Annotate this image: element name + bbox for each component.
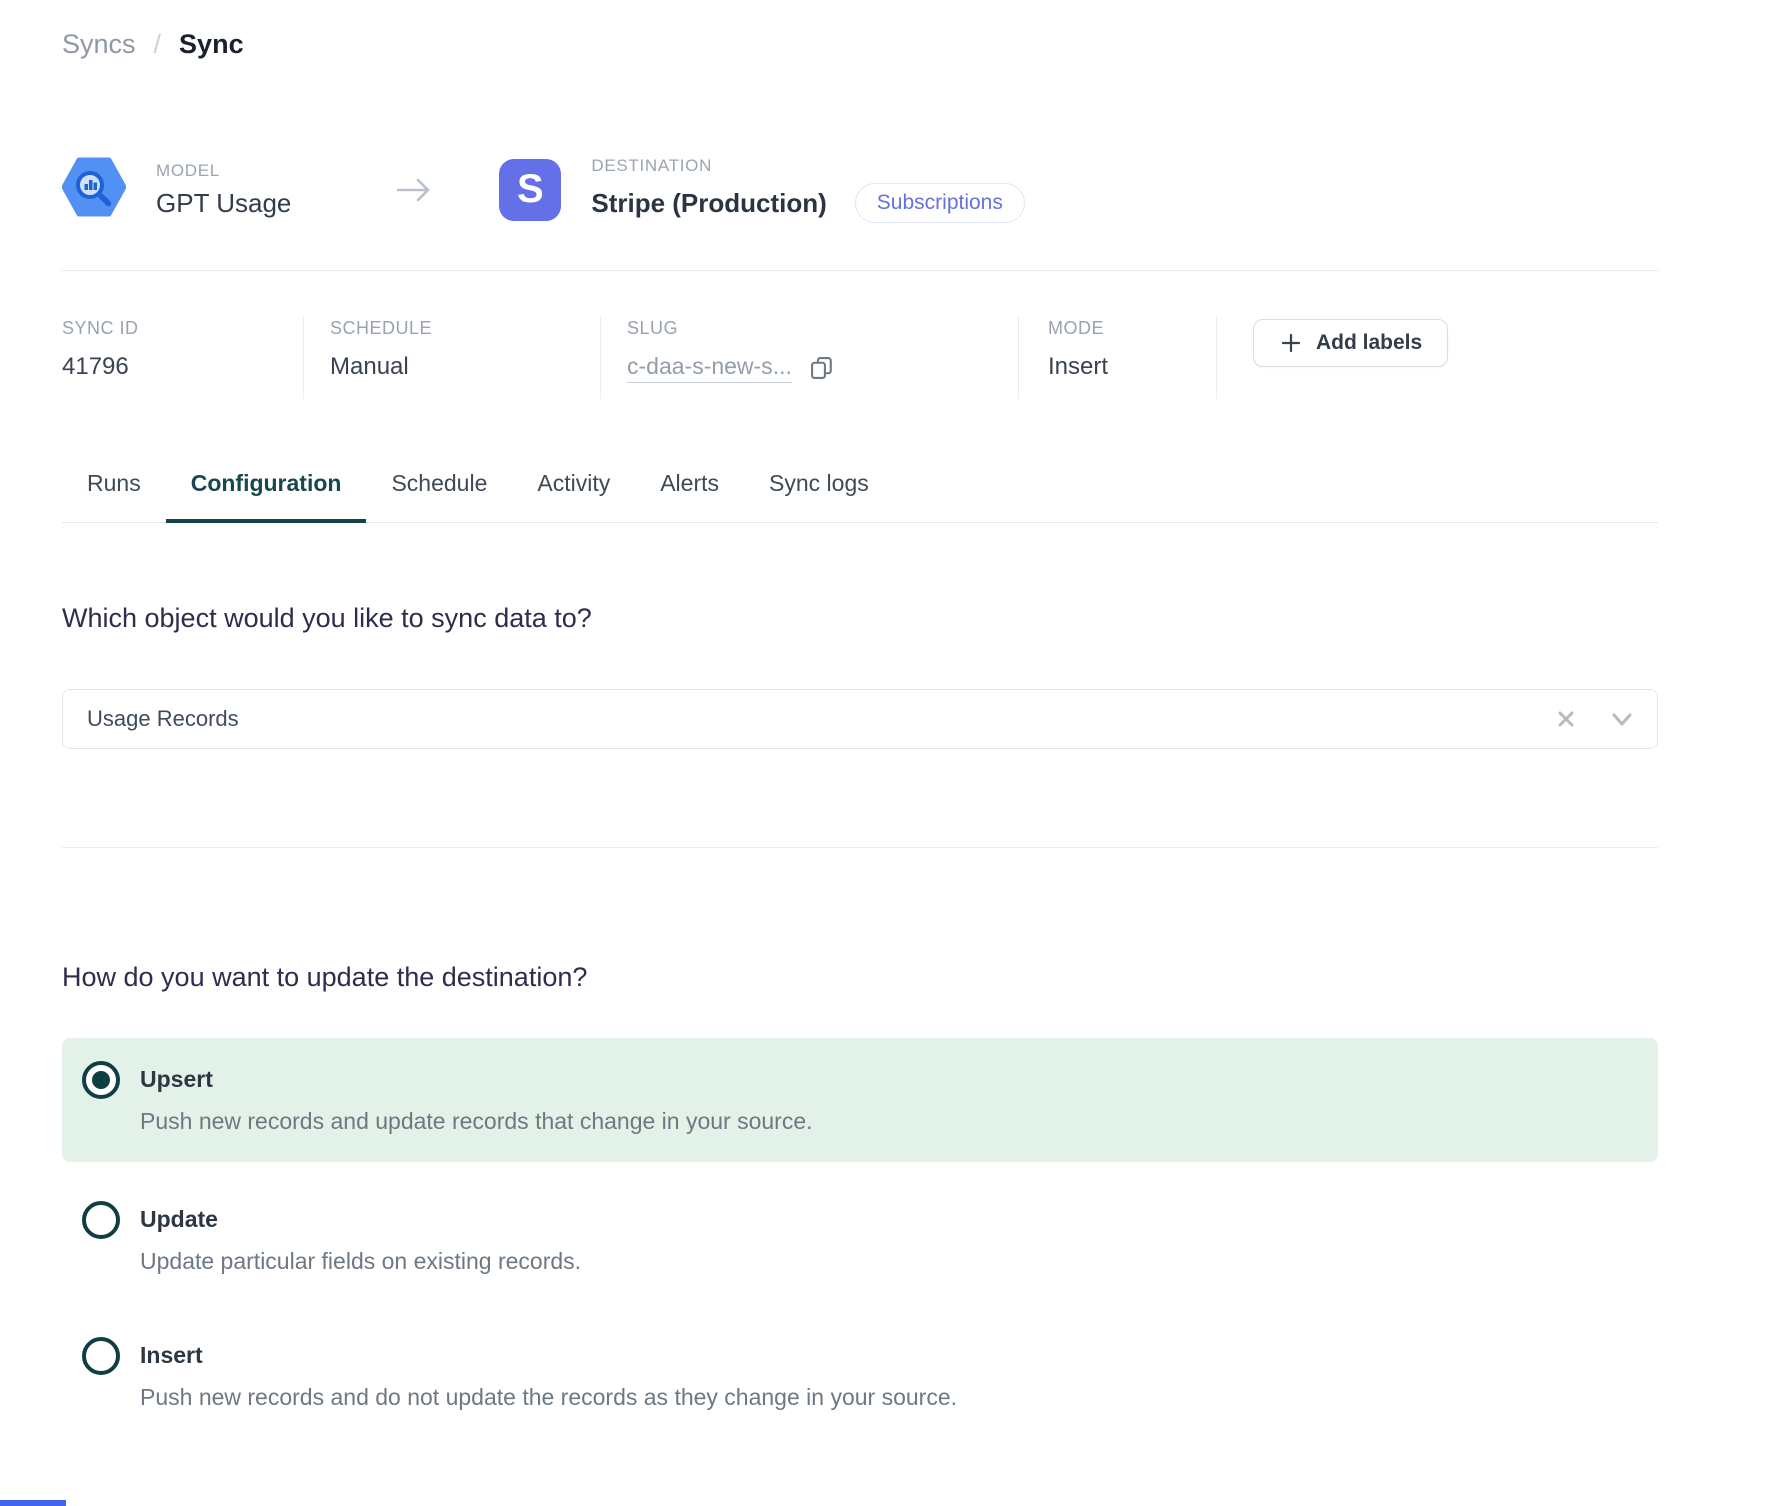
breadcrumb-current: Sync xyxy=(179,25,244,63)
object-select-value: Usage Records xyxy=(87,706,1555,732)
breadcrumb: Syncs / Sync xyxy=(62,25,1658,63)
radio-upsert[interactable] xyxy=(82,1061,120,1099)
sync-id-label: SYNC ID xyxy=(62,317,303,339)
mode-description-upsert: Push new records and update records that… xyxy=(140,1106,813,1136)
destination-entity: S DESTINATION Stripe (Production) Subscr… xyxy=(499,156,1025,223)
model-entity: MODEL GPT Usage xyxy=(62,155,291,224)
slug-label: SLUG xyxy=(627,317,1018,339)
tab-configuration[interactable]: Configuration xyxy=(166,461,367,522)
tab-schedule[interactable]: Schedule xyxy=(366,461,512,522)
mode-value: Insert xyxy=(1048,352,1216,382)
sync-detail-page: Syncs / Sync MODEL xyxy=(0,0,1792,1506)
meta-col-schedule: SCHEDULE Manual xyxy=(304,317,601,399)
destination-label: DESTINATION xyxy=(591,156,1025,176)
tab-runs[interactable]: Runs xyxy=(62,461,166,522)
object-select[interactable]: Usage Records xyxy=(62,689,1658,749)
subscriptions-badge[interactable]: Subscriptions xyxy=(855,183,1025,223)
slug-value: c-daa-s-new-s... xyxy=(627,352,792,383)
mode-title-upsert: Upsert xyxy=(140,1064,813,1094)
mode-title-insert: Insert xyxy=(140,1340,957,1370)
tabs-bar: Runs Configuration Schedule Activity Ale… xyxy=(62,461,1658,523)
tab-sync-logs[interactable]: Sync logs xyxy=(744,461,894,522)
mode-label: MODE xyxy=(1048,317,1216,339)
meta-col-sync-id: SYNC ID 41796 xyxy=(62,317,304,399)
arrow-right-icon xyxy=(395,175,435,205)
mode-description-insert: Push new records and do not update the r… xyxy=(140,1382,957,1412)
schedule-value: Manual xyxy=(330,352,600,382)
radio-update[interactable] xyxy=(82,1201,120,1239)
copy-icon[interactable] xyxy=(808,354,836,382)
add-labels-label: Add labels xyxy=(1316,331,1422,355)
bottom-accent-bar xyxy=(0,1500,66,1506)
tab-alerts[interactable]: Alerts xyxy=(635,461,744,522)
meta-col-slug: SLUG c-daa-s-new-s... xyxy=(601,317,1019,399)
sync-header: MODEL GPT Usage S DESTINATION Stripe (Pr… xyxy=(62,155,1658,224)
add-labels-button[interactable]: Add labels xyxy=(1253,319,1448,367)
mode-option-update[interactable]: Update Update particular fields on exist… xyxy=(62,1204,1658,1276)
chevron-down-icon[interactable] xyxy=(1609,706,1635,732)
mode-title-update: Update xyxy=(140,1204,581,1234)
bigquery-model-icon xyxy=(62,155,126,224)
tab-activity[interactable]: Activity xyxy=(512,461,635,522)
plus-icon xyxy=(1279,331,1303,355)
destination-name: Stripe (Production) xyxy=(591,188,826,219)
update-question-heading: How do you want to update the destinatio… xyxy=(62,960,1658,994)
mode-description-update: Update particular fields on existing rec… xyxy=(140,1246,581,1276)
model-label: MODEL xyxy=(156,161,291,181)
object-question-heading: Which object would you like to sync data… xyxy=(62,601,1658,635)
radio-insert[interactable] xyxy=(82,1337,120,1375)
section-divider xyxy=(62,847,1658,848)
mode-option-insert[interactable]: Insert Push new records and do not updat… xyxy=(62,1340,1658,1412)
sync-metadata-row: SYNC ID 41796 SCHEDULE Manual SLUG c-daa… xyxy=(62,271,1658,399)
model-name: GPT Usage xyxy=(156,188,291,219)
breadcrumb-separator: / xyxy=(154,25,162,63)
sync-id-value: 41796 xyxy=(62,352,303,382)
mode-option-upsert[interactable]: Upsert Push new records and update recor… xyxy=(62,1038,1658,1162)
schedule-label: SCHEDULE xyxy=(330,317,600,339)
meta-col-mode: MODE Insert xyxy=(1019,317,1217,399)
breadcrumb-link-syncs[interactable]: Syncs xyxy=(62,25,136,63)
clear-icon[interactable] xyxy=(1555,708,1577,730)
stripe-destination-icon: S xyxy=(499,159,561,221)
